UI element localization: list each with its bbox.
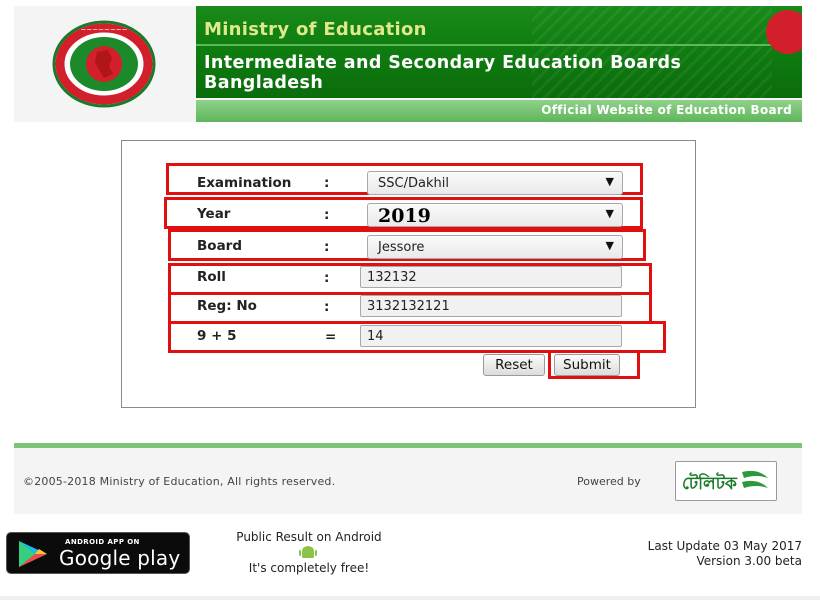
year-colon: :: [324, 207, 330, 223]
version-text: Version 3.00 beta: [696, 554, 802, 568]
site-footer: ©2005-2018 Ministry of Education, All ri…: [14, 448, 802, 514]
reset-button[interactable]: Reset: [483, 354, 545, 376]
last-update-text: Last Update 03 May 2017: [647, 539, 802, 553]
copyright-text: ©2005-2018 Ministry of Education, All ri…: [23, 475, 336, 488]
captcha-equals: =: [325, 329, 337, 345]
captcha-question: 9 + 5: [197, 328, 237, 344]
board-title: Intermediate and Secondary Education Boa…: [204, 53, 682, 93]
examination-colon: :: [324, 175, 330, 191]
bottom-bar: [0, 596, 820, 600]
roll-colon: :: [324, 270, 330, 286]
android-title: Public Result on Android: [236, 530, 382, 544]
android-free-text: It's completely free!: [248, 561, 370, 575]
board-value: Jessore: [378, 240, 425, 255]
title-banner: Ministry of Education Intermediate and S…: [196, 6, 802, 98]
official-website-link[interactable]: Official Website of Education Board: [541, 103, 792, 117]
captcha-input[interactable]: 14: [360, 325, 622, 347]
android-icon: [299, 546, 317, 558]
board-colon: :: [324, 239, 330, 255]
gplay-small-text: ANDROID APP ON: [65, 538, 140, 546]
reg-no-colon: :: [324, 299, 330, 315]
logo-area: ~~~~~~~~: [14, 6, 194, 122]
last-update-info: Last Update 03 May 2017 Version 3.00 bet…: [648, 539, 802, 569]
ministry-title: Ministry of Education: [204, 19, 427, 40]
svg-text:~~~~~~~~: ~~~~~~~~: [81, 26, 128, 34]
teletalk-logo-text: টেলিটক: [682, 474, 737, 494]
teletalk-logo[interactable]: টেলিটক: [675, 461, 777, 501]
play-store-icon: [19, 541, 47, 567]
board-select[interactable]: Jessore ▼: [367, 235, 623, 259]
examination-value: SSC/Dakhil: [378, 176, 449, 191]
powered-by-text: Powered by: [577, 475, 641, 488]
chevron-down-icon: ▼: [605, 175, 614, 188]
reg-no-input[interactable]: 3132132121: [360, 295, 622, 317]
year-select[interactable]: 2019 ▼: [367, 203, 623, 227]
government-seal-icon[interactable]: ~~~~~~~~: [52, 20, 156, 108]
flag-circle-icon: [766, 10, 802, 54]
submit-button[interactable]: Submit: [554, 354, 620, 376]
examination-label: Examination: [197, 175, 292, 191]
site-header: ~~~~~~~~ Ministry of Education Intermedi…: [14, 6, 802, 122]
board-label: Board: [197, 238, 242, 254]
chevron-down-icon: ▼: [605, 239, 614, 252]
year-value: 2019: [378, 205, 431, 227]
header-subbar: Official Website of Education Board: [196, 100, 802, 122]
chevron-down-icon: ▼: [605, 207, 614, 220]
gplay-big-text: Google play: [59, 546, 181, 570]
reg-no-label: Reg: No: [197, 298, 257, 314]
roll-input[interactable]: 132132: [360, 266, 622, 288]
roll-label: Roll: [197, 269, 226, 285]
examination-select[interactable]: SSC/Dakhil ▼: [367, 171, 623, 195]
google-play-badge[interactable]: ANDROID APP ON Google play: [6, 532, 190, 574]
teletalk-swoosh-icon: [742, 470, 768, 488]
banner-stripe: [196, 44, 802, 46]
result-form: Examination : SSC/Dakhil ▼ Year : 2019 ▼…: [121, 140, 696, 408]
year-label: Year: [197, 206, 231, 222]
